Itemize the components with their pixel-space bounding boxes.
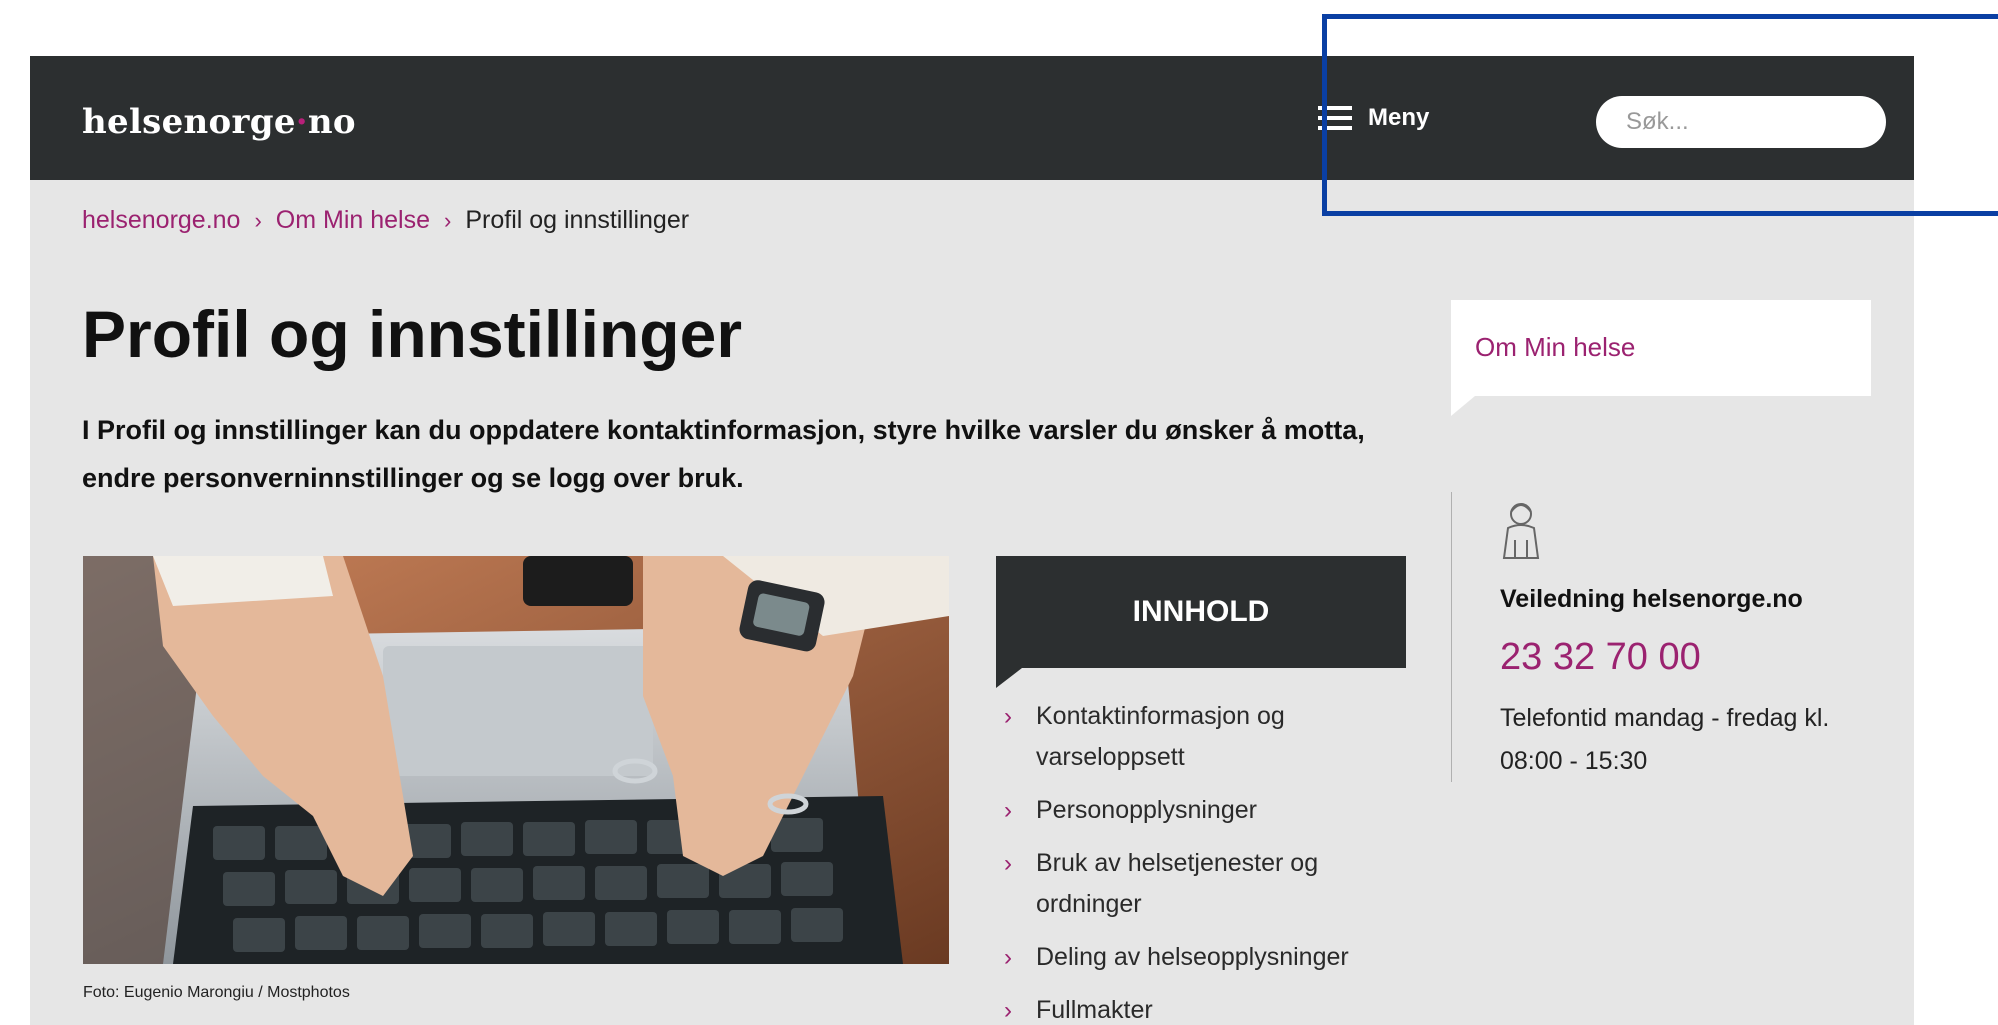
- breadcrumb-current: Profil og innstillinger: [465, 206, 690, 234]
- sidecard-tail: [1451, 396, 1475, 416]
- help-phone-number[interactable]: 23 32 70 00: [1500, 636, 1891, 679]
- chevron-right-icon: ›: [254, 207, 262, 233]
- menu-button[interactable]: Meny: [1318, 104, 1429, 132]
- chevron-right-icon: ›: [1004, 797, 1012, 824]
- toc-item-label: Personopplysninger: [1036, 796, 1257, 824]
- page-title: Profil og innstillinger: [82, 297, 742, 371]
- logo-main: helsenorge: [82, 102, 296, 142]
- help-box: Veiledning helsenorge.no 23 32 70 00 Tel…: [1451, 492, 1891, 782]
- toc-item-fullmakter[interactable]: › Fullmakter: [1000, 990, 1420, 1025]
- toc-item-label: Fullmakter: [1036, 996, 1153, 1024]
- toc-heading-tail: [996, 668, 1022, 688]
- toc-item-label: Bruk av helsetjenester og ordninger: [1036, 849, 1319, 918]
- toc-item-kontaktinformasjon[interactable]: › Kontaktinformasjon og varseloppsett: [1000, 696, 1420, 778]
- breadcrumb-link-home[interactable]: helsenorge.no: [82, 206, 240, 235]
- breadcrumb: helsenorge.no › Om Min helse › Profil og…: [82, 206, 689, 235]
- site-header: helsenorge·no Meny: [30, 56, 1914, 180]
- chevron-right-icon: ›: [1004, 703, 1012, 730]
- chevron-right-icon: ›: [444, 207, 452, 233]
- search-input[interactable]: [1624, 107, 1914, 137]
- logo-tld: no: [307, 102, 356, 142]
- help-hours: Telefontid mandag - fredag kl. 08:00 - 1…: [1500, 704, 1830, 775]
- sidebar-link-om-min-helse[interactable]: Om Min helse: [1451, 300, 1871, 396]
- toc-item-label: Kontaktinformasjon og varseloppsett: [1036, 702, 1285, 771]
- search-box: [1596, 96, 1914, 148]
- toc-item-label: Deling av helseopplysninger: [1036, 943, 1349, 971]
- photo-credit: Foto: Eugenio Marongiu / Mostphotos: [83, 984, 350, 1001]
- chevron-right-icon: ›: [1004, 850, 1012, 877]
- person-support-icon: [1502, 503, 1540, 559]
- breadcrumb-link-om-min-helse[interactable]: Om Min helse: [276, 206, 430, 235]
- page-lead: I Profil og innstillinger kan du oppdate…: [82, 415, 1365, 493]
- toc-heading: INNHOLD: [996, 556, 1406, 668]
- site-logo[interactable]: helsenorge·no: [82, 102, 356, 142]
- hamburger-icon: [1318, 106, 1352, 130]
- chevron-right-icon: ›: [1004, 944, 1012, 971]
- toc-item-bruk-av-helsetjenester[interactable]: › Bruk av helsetjenester og ordninger: [1000, 843, 1420, 925]
- page-frame: helsenorge·no Meny helsenorge.no › Om Mi…: [30, 56, 1914, 1025]
- menu-label: Meny: [1368, 104, 1430, 131]
- toc-item-personopplysninger[interactable]: › Personopplysninger: [1000, 790, 1420, 831]
- article-photo: [83, 556, 949, 964]
- toc-list: › Kontaktinformasjon og varseloppsett › Pe…: [1000, 696, 1420, 1025]
- laptop-typing-illustration: [83, 556, 949, 964]
- help-title: Veiledning helsenorge.no: [1500, 585, 1803, 613]
- chevron-right-icon: ›: [1004, 997, 1012, 1024]
- toc-item-deling[interactable]: › Deling av helseopplysninger: [1000, 937, 1420, 978]
- logo-dot: ·: [295, 102, 308, 142]
